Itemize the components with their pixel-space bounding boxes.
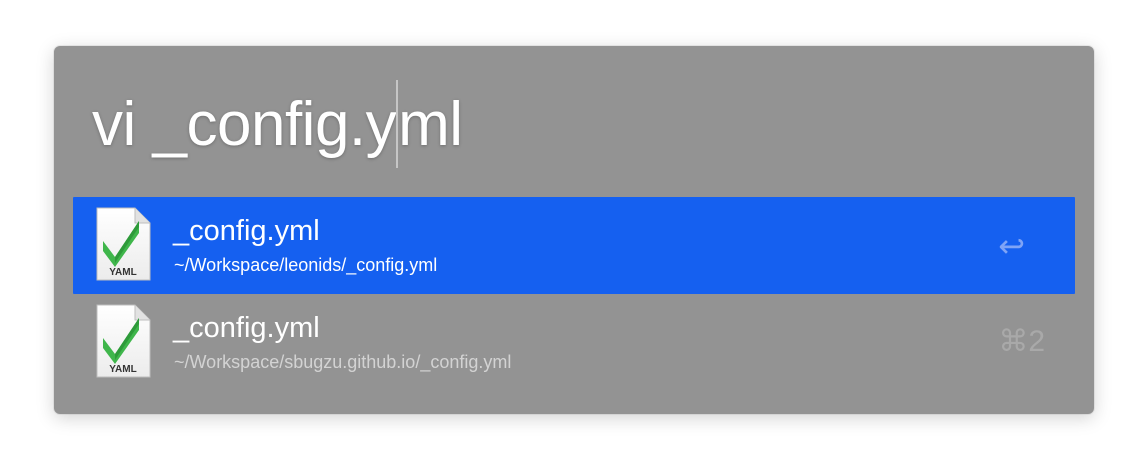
yaml-file-icon: YAML (96, 304, 151, 378)
yaml-file-icon: YAML (96, 207, 151, 281)
launcher-window: vi _config.y ml YAML _config.yml ~/Worksp… (54, 46, 1094, 414)
command-shortcut: ⌘2 (998, 325, 1045, 358)
text-caret (396, 80, 399, 168)
result-path: ~/Workspace/sbugzu.github.io/_config.yml (174, 352, 512, 372)
icon-label: YAML (109, 364, 136, 375)
result-item[interactable]: YAML _config.yml ~/Workspace/leonids/_co… (73, 197, 1075, 294)
result-title: _config.yml (173, 312, 320, 344)
search-input[interactable]: vi _config.y ml (92, 80, 463, 168)
results-list: YAML _config.yml ~/Workspace/leonids/_co… (73, 197, 1075, 391)
icon-label: YAML (109, 267, 136, 278)
result-item[interactable]: YAML _config.yml ~/Workspace/sbugzu.gith… (73, 294, 1075, 391)
return-key-icon: ↩ (998, 228, 1025, 264)
result-title: _config.yml (173, 215, 320, 247)
result-path: ~/Workspace/leonids/_config.yml (174, 255, 438, 275)
query-text-after-caret: ml (398, 89, 463, 159)
query-text-before-caret: vi _config.y (92, 89, 397, 159)
